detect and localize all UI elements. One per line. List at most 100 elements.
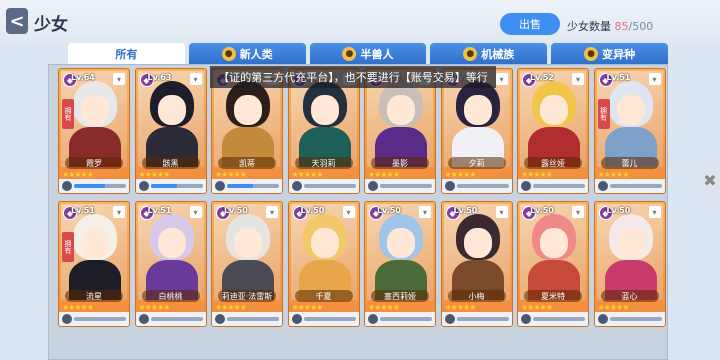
lock-icon[interactable]: ▾ — [572, 73, 584, 85]
exp-bar — [456, 317, 509, 321]
card-footer — [135, 179, 206, 193]
card-footer — [518, 179, 588, 193]
tab-mech[interactable]: ● 机械族 — [430, 43, 548, 65]
human-race-icon: ● — [221, 47, 236, 61]
lock-icon[interactable]: ▾ — [189, 73, 202, 85]
portrait-face — [234, 95, 262, 125]
lock-icon[interactable]: ▾ — [495, 73, 508, 85]
girl-card[interactable]: ◆ Lv.63 ▾ 骸黑 ★★★★★ — [134, 68, 207, 194]
close-side-icon[interactable]: ✖ — [700, 160, 720, 200]
girl-card[interactable]: ◆ Lv.50 ▾ 小梅 ★★★★★ — [440, 201, 513, 327]
portrait-face — [157, 95, 186, 125]
tab-mutant[interactable]: ● 变异种 — [551, 43, 668, 65]
card-footer — [594, 312, 665, 326]
exp-bar-fill — [150, 184, 177, 188]
card-level: Lv.51 — [147, 206, 172, 215]
girl-card[interactable]: ◆ Lv.50 ▾ 蓝心 ★★★★★ — [593, 201, 666, 327]
tab-label: 变异种 — [602, 48, 636, 61]
lock-icon[interactable]: ▾ — [342, 206, 355, 218]
mini-avatar-icon — [444, 181, 455, 191]
star-rating: ★★★★★ — [62, 303, 94, 312]
portrait-face — [540, 95, 568, 125]
exp-bar — [303, 184, 356, 188]
girl-card[interactable]: ◆ Lv.51 ▾ 蕾儿 ★★★★★ 拥有 — [593, 68, 666, 194]
lock-icon[interactable]: ▾ — [572, 206, 584, 218]
star-rating: ★★★★★ — [597, 303, 630, 312]
girl-card[interactable]: ◆ Lv.50 ▾ 夏米特 ★★★★★ — [517, 201, 589, 327]
girl-card[interactable]: ◆ Lv.50 ▾ 塞西莉娅 ★★★★★ — [364, 201, 436, 327]
star-rating: ★★★★★ — [597, 170, 630, 179]
back-button[interactable]: < — [6, 8, 28, 34]
card-footer — [518, 312, 588, 326]
lock-icon[interactable]: ▾ — [419, 206, 431, 218]
card-level: Lv.64 — [71, 73, 95, 82]
mutant-race-icon: ● — [584, 47, 599, 61]
portrait-face — [310, 95, 339, 125]
exp-bar — [150, 184, 203, 188]
portrait-face — [616, 228, 645, 258]
card-name: 夏米特 — [524, 290, 582, 302]
card-footer — [441, 312, 512, 326]
mini-avatar-icon — [368, 181, 378, 191]
card-level: Lv.63 — [147, 73, 172, 82]
exp-bar-fill — [227, 184, 253, 188]
card-footer — [288, 179, 359, 193]
tab-beastman[interactable]: ● 半兽人 — [309, 43, 427, 65]
mini-avatar-icon — [215, 181, 225, 191]
star-rating: ★★★★★ — [138, 170, 171, 179]
lock-icon[interactable]: ▾ — [266, 206, 278, 218]
card-footer — [212, 179, 282, 193]
exp-bar — [227, 184, 279, 188]
owned-badge: 拥有 — [62, 99, 74, 129]
girl-card[interactable]: ◆ Lv.52 ▾ 露丝娅 ★★★★★ — [517, 68, 589, 194]
card-name: 千夏 — [294, 290, 353, 302]
beastman-race-icon: ● — [342, 47, 357, 61]
card-level: Lv.50 — [300, 206, 325, 215]
girl-card[interactable]: ◆ Lv.64 ▾ 霞罗 ★★★★★ 拥有 — [58, 68, 130, 194]
exp-bar — [609, 317, 662, 321]
mini-avatar-icon — [215, 314, 225, 324]
sell-button[interactable]: 出售 — [500, 13, 560, 35]
star-rating: ★★★★★ — [521, 170, 553, 179]
lock-icon[interactable]: ▾ — [113, 73, 125, 85]
lock-icon[interactable]: ▾ — [113, 206, 125, 218]
girl-card[interactable]: ◆ Lv.51 ▾ 流星 ★★★★★ 拥有 — [58, 201, 130, 327]
card-name: 骸黑 — [141, 157, 200, 169]
card-name: 天羽莉 — [294, 157, 353, 169]
filter-tabs: 所有 ● 新人类 ● 半兽人 ● 机械族 ● 变异种 — [68, 43, 668, 65]
exp-bar-fill — [74, 184, 106, 188]
mini-avatar-icon — [62, 314, 72, 324]
tab-label: 所有 — [115, 48, 138, 61]
girl-card[interactable]: ◆ Lv.51 ▾ 白桃桃 ★★★★★ — [134, 201, 207, 327]
card-name: 塞西莉娅 — [371, 290, 429, 302]
star-rating: ★★★★★ — [521, 303, 553, 312]
portrait-face — [234, 228, 262, 258]
card-level: Lv.50 — [606, 206, 631, 215]
portrait-face — [463, 228, 492, 258]
tab-new-human[interactable]: ● 新人类 — [188, 43, 306, 65]
star-rating: ★★★★★ — [444, 170, 477, 179]
card-level: Lv.50 — [377, 206, 401, 215]
card-footer — [59, 312, 129, 326]
girl-card[interactable]: ◆ Lv.50 ▾ 千夏 ★★★★★ — [287, 201, 360, 327]
girl-card[interactable]: ◆ Lv.50 ▾ 莉迪亚·法雷斯 ★★★★★ — [211, 201, 283, 327]
card-footer — [365, 179, 435, 193]
exp-bar — [227, 317, 279, 321]
mini-avatar-icon — [597, 181, 608, 191]
lock-icon[interactable]: ▾ — [648, 73, 661, 85]
mini-avatar-icon — [521, 181, 531, 191]
card-name: 小梅 — [447, 290, 506, 302]
lock-icon[interactable]: ▾ — [189, 206, 202, 218]
tab-all[interactable]: 所有 — [68, 43, 185, 65]
card-footer — [288, 312, 359, 326]
card-level: Lv.50 — [224, 206, 248, 215]
top-bar: < 少女 出售 少女数量 85/500 — [0, 0, 720, 44]
owned-badge: 拥有 — [597, 99, 610, 129]
lock-icon[interactable]: ▾ — [495, 206, 508, 218]
lock-icon[interactable]: ▾ — [648, 206, 661, 218]
tab-label: 新人类 — [239, 48, 273, 61]
card-name: 露丝娅 — [524, 157, 582, 169]
exp-bar — [380, 184, 432, 188]
card-name: 蓝心 — [600, 290, 659, 302]
count-label: 少女数量 — [567, 20, 611, 33]
